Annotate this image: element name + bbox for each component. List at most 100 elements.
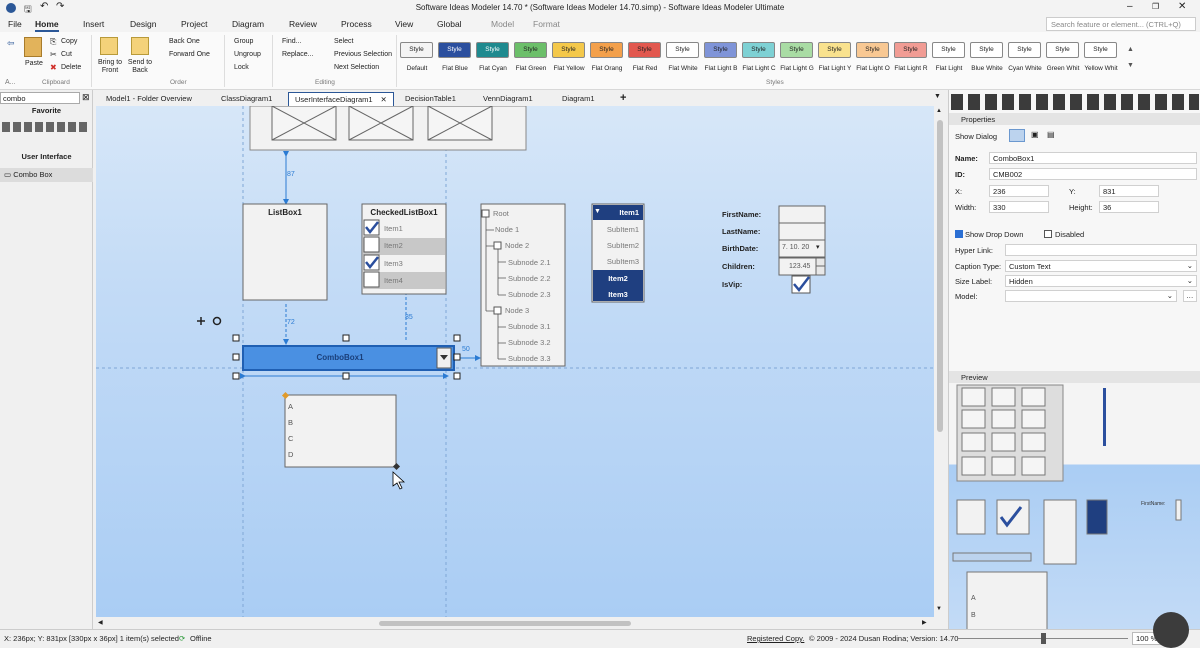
style-swatch[interactable]: Style xyxy=(856,42,889,58)
tab-user-interface-diagram[interactable]: UserInterfaceDiagram1 ✕ xyxy=(288,92,394,106)
horizontal-scrollbar[interactable]: ◀ ▶ xyxy=(96,617,946,629)
style-swatch[interactable]: Style xyxy=(818,42,851,58)
find-button[interactable]: Find... xyxy=(282,38,301,45)
next-selection-button[interactable]: Next Selection xyxy=(334,64,379,71)
preview-pane[interactable]: A B FirstName: xyxy=(949,383,1200,630)
menu-file[interactable]: File xyxy=(8,19,22,29)
panel-toolbar-icons[interactable] xyxy=(951,94,1199,110)
vertical-scrollbar[interactable]: ▲ ▼ xyxy=(934,106,946,617)
close-icon[interactable]: ✕ xyxy=(1178,1,1186,12)
search-input[interactable]: Search feature or element... (CTRL+Q) xyxy=(1046,17,1196,31)
zoom-slider-thumb[interactable] xyxy=(1041,633,1046,644)
clear-search-icon[interactable]: ⊠ xyxy=(82,92,90,103)
model-select[interactable]: ⌄ xyxy=(1005,290,1177,302)
menu-format[interactable]: Format xyxy=(533,19,560,29)
style-swatch[interactable]: Style xyxy=(742,42,775,58)
style-swatch[interactable]: Style xyxy=(476,42,509,58)
size-label-select[interactable]: Hidden ⌄ xyxy=(1005,275,1197,287)
width-field[interactable]: 330 xyxy=(989,201,1049,213)
scroll-up-icon[interactable]: ▲ xyxy=(936,108,942,114)
group-button[interactable]: Group xyxy=(234,38,253,45)
lock-button[interactable]: Lock xyxy=(234,64,249,71)
replace-button[interactable]: Replace... xyxy=(282,51,314,58)
show-dialog-button[interactable]: Show Dialog xyxy=(955,132,997,141)
copy-button[interactable]: Copy xyxy=(61,38,77,45)
previous-selection-button[interactable]: Previous Selection xyxy=(334,51,392,58)
menu-view[interactable]: View xyxy=(395,19,413,29)
tab-decision-table[interactable]: DecisionTable1 xyxy=(405,94,456,103)
send-back-button[interactable]: Send to Back xyxy=(126,59,154,75)
back-one-button[interactable]: Back One xyxy=(169,38,200,45)
style-swatch[interactable]: Style xyxy=(1046,42,1079,58)
menu-insert[interactable]: Insert xyxy=(83,19,104,29)
pages-icon[interactable]: ▤ xyxy=(1047,130,1055,139)
y-field[interactable]: 831 xyxy=(1099,185,1159,197)
style-swatch[interactable]: Style xyxy=(1084,42,1117,58)
scroll-thumb[interactable] xyxy=(379,621,631,626)
paste-button[interactable]: Paste xyxy=(25,60,43,67)
gallery-down-icon[interactable]: ▼ xyxy=(1127,62,1134,69)
scroll-down-icon[interactable]: ▼ xyxy=(936,606,942,612)
scroll-right-icon[interactable]: ▶ xyxy=(922,619,927,626)
style-swatch[interactable]: Style xyxy=(932,42,965,58)
disabled-checkbox[interactable] xyxy=(1044,230,1052,238)
diagram-canvas[interactable]: 87 72 85 50 ListBox1 CheckedListBox1 Ite… xyxy=(96,106,934,617)
menu-diagram[interactable]: Diagram xyxy=(232,19,264,29)
show-dropdown-checkbox[interactable] xyxy=(955,230,963,238)
toolbox-item-combo-box[interactable]: ▭ Combo Box xyxy=(0,168,93,182)
menu-global[interactable]: Global xyxy=(437,19,462,29)
hyperlink-field[interactable] xyxy=(1005,244,1197,256)
menu-model[interactable]: Model xyxy=(491,19,514,29)
ungroup-button[interactable]: Ungroup xyxy=(234,51,261,58)
id-field[interactable]: CMB002 xyxy=(989,168,1197,180)
height-field[interactable]: 36 xyxy=(1099,201,1159,213)
forward-one-button[interactable]: Forward One xyxy=(169,51,210,58)
maximize-icon[interactable]: ❐ xyxy=(1152,2,1159,11)
style-swatch[interactable]: Style xyxy=(590,42,623,58)
paste-icon[interactable] xyxy=(24,37,42,57)
style-swatch[interactable]: Style xyxy=(894,42,927,58)
delete-button[interactable]: Delete xyxy=(61,64,81,71)
menu-design[interactable]: Design xyxy=(130,19,156,29)
style-swatch[interactable]: Style xyxy=(666,42,699,58)
style-swatch[interactable]: Style xyxy=(1008,42,1041,58)
menu-home[interactable]: Home xyxy=(35,19,59,32)
minimize-icon[interactable]: – xyxy=(1127,1,1133,12)
select-button[interactable]: Select xyxy=(334,38,353,45)
info-icon[interactable] xyxy=(1153,612,1189,648)
caption-type-select[interactable]: Custom Text ⌄ xyxy=(1005,260,1197,272)
style-swatch[interactable]: Style xyxy=(970,42,1003,58)
toolbox-search-input[interactable]: combo xyxy=(0,92,80,104)
sort-icon[interactable]: ▣ xyxy=(1031,130,1039,139)
menu-project[interactable]: Project xyxy=(181,19,207,29)
gallery-up-icon[interactable]: ▲ xyxy=(1127,46,1134,53)
style-swatch[interactable]: Style xyxy=(438,42,471,58)
menu-process[interactable]: Process xyxy=(341,19,372,29)
tab-close-icon[interactable]: ✕ xyxy=(381,95,387,104)
tab-venn-diagram[interactable]: VennDiagram1 xyxy=(483,94,533,103)
bring-front-button[interactable]: Bring to Front xyxy=(96,59,124,75)
style-swatch[interactable]: Style xyxy=(628,42,661,58)
scroll-left-icon[interactable]: ◀ xyxy=(98,619,103,626)
tab-folder-overview[interactable]: Model1 - Folder Overview xyxy=(106,94,192,103)
style-swatch[interactable]: Style xyxy=(514,42,547,58)
offline-status[interactable]: Offline xyxy=(190,634,212,643)
tab-list-icon[interactable]: ▼ xyxy=(934,93,941,100)
grid-view-icon[interactable] xyxy=(1009,129,1025,142)
style-swatch[interactable]: Style xyxy=(552,42,585,58)
add-tab-icon[interactable]: + xyxy=(620,92,626,104)
scroll-thumb[interactable] xyxy=(937,120,943,432)
name-field[interactable]: ComboBox1 xyxy=(989,152,1197,164)
tab-class-diagram[interactable]: ClassDiagram1 xyxy=(221,94,272,103)
cut-button[interactable]: Cut xyxy=(61,51,72,58)
x-field[interactable]: 236 xyxy=(989,185,1049,197)
style-swatch[interactable]: Style xyxy=(704,42,737,58)
style-swatch[interactable]: Style xyxy=(400,42,433,58)
tab-diagram1[interactable]: Diagram1 xyxy=(562,94,595,103)
registered-copy-link[interactable]: Registered Copy. xyxy=(747,634,804,643)
menu-review[interactable]: Review xyxy=(289,19,317,29)
style-swatch[interactable]: Style xyxy=(780,42,813,58)
favorite-icons[interactable] xyxy=(2,122,90,132)
model-browse-button[interactable]: … xyxy=(1183,290,1197,302)
quick-access-icon[interactable]: ⇦ xyxy=(7,38,15,49)
